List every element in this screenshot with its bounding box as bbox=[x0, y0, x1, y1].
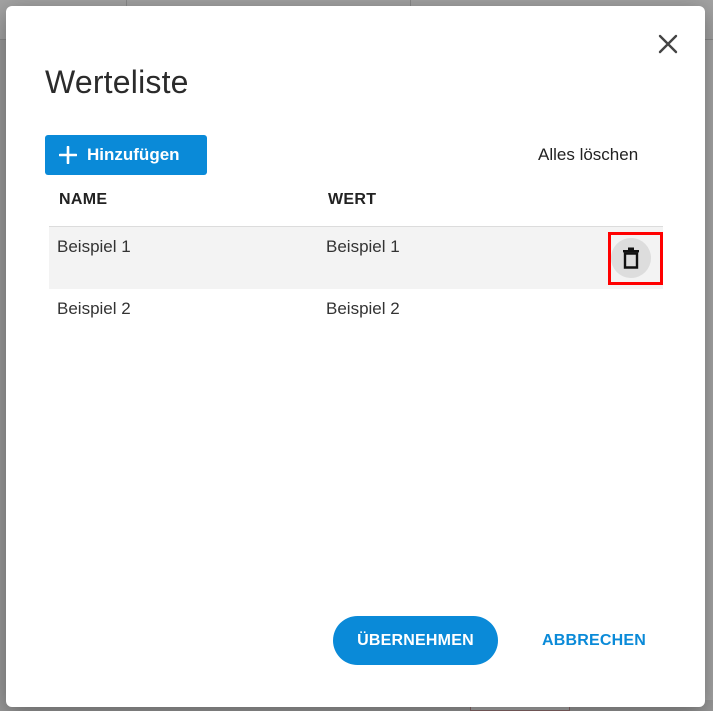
table-row[interactable]: Beispiel 2 Beispiel 2 bbox=[49, 289, 663, 351]
table-row[interactable]: Beispiel 1 Beispiel 1 bbox=[49, 227, 663, 289]
table-header: NAME WERT bbox=[49, 181, 663, 227]
value-list-dialog: Werteliste Hinzufügen Alles löschen NAME… bbox=[6, 6, 705, 707]
add-button[interactable]: Hinzufügen bbox=[45, 135, 207, 175]
value-table: NAME WERT Beispiel 1 Beispiel 1 Beispiel… bbox=[49, 181, 663, 351]
clear-all-button[interactable]: Alles löschen bbox=[538, 142, 638, 168]
cell-value: Beispiel 1 bbox=[326, 237, 400, 256]
cell-value: Beispiel 2 bbox=[326, 299, 400, 318]
background-side-panel bbox=[705, 40, 713, 700]
cell-name: Beispiel 2 bbox=[57, 299, 131, 318]
column-header-value: WERT bbox=[328, 191, 377, 208]
close-icon bbox=[658, 34, 678, 54]
column-header-name: NAME bbox=[59, 191, 108, 208]
delete-row-button[interactable] bbox=[611, 238, 651, 278]
plus-icon bbox=[59, 146, 77, 164]
apply-button[interactable]: ÜBERNEHMEN bbox=[333, 616, 498, 665]
trash-icon bbox=[623, 247, 639, 269]
close-button[interactable] bbox=[654, 30, 682, 58]
add-button-label: Hinzufügen bbox=[87, 145, 180, 164]
cancel-button[interactable]: ABBRECHEN bbox=[528, 616, 660, 665]
dialog-title: Werteliste bbox=[45, 64, 189, 100]
cell-name: Beispiel 1 bbox=[57, 237, 131, 256]
